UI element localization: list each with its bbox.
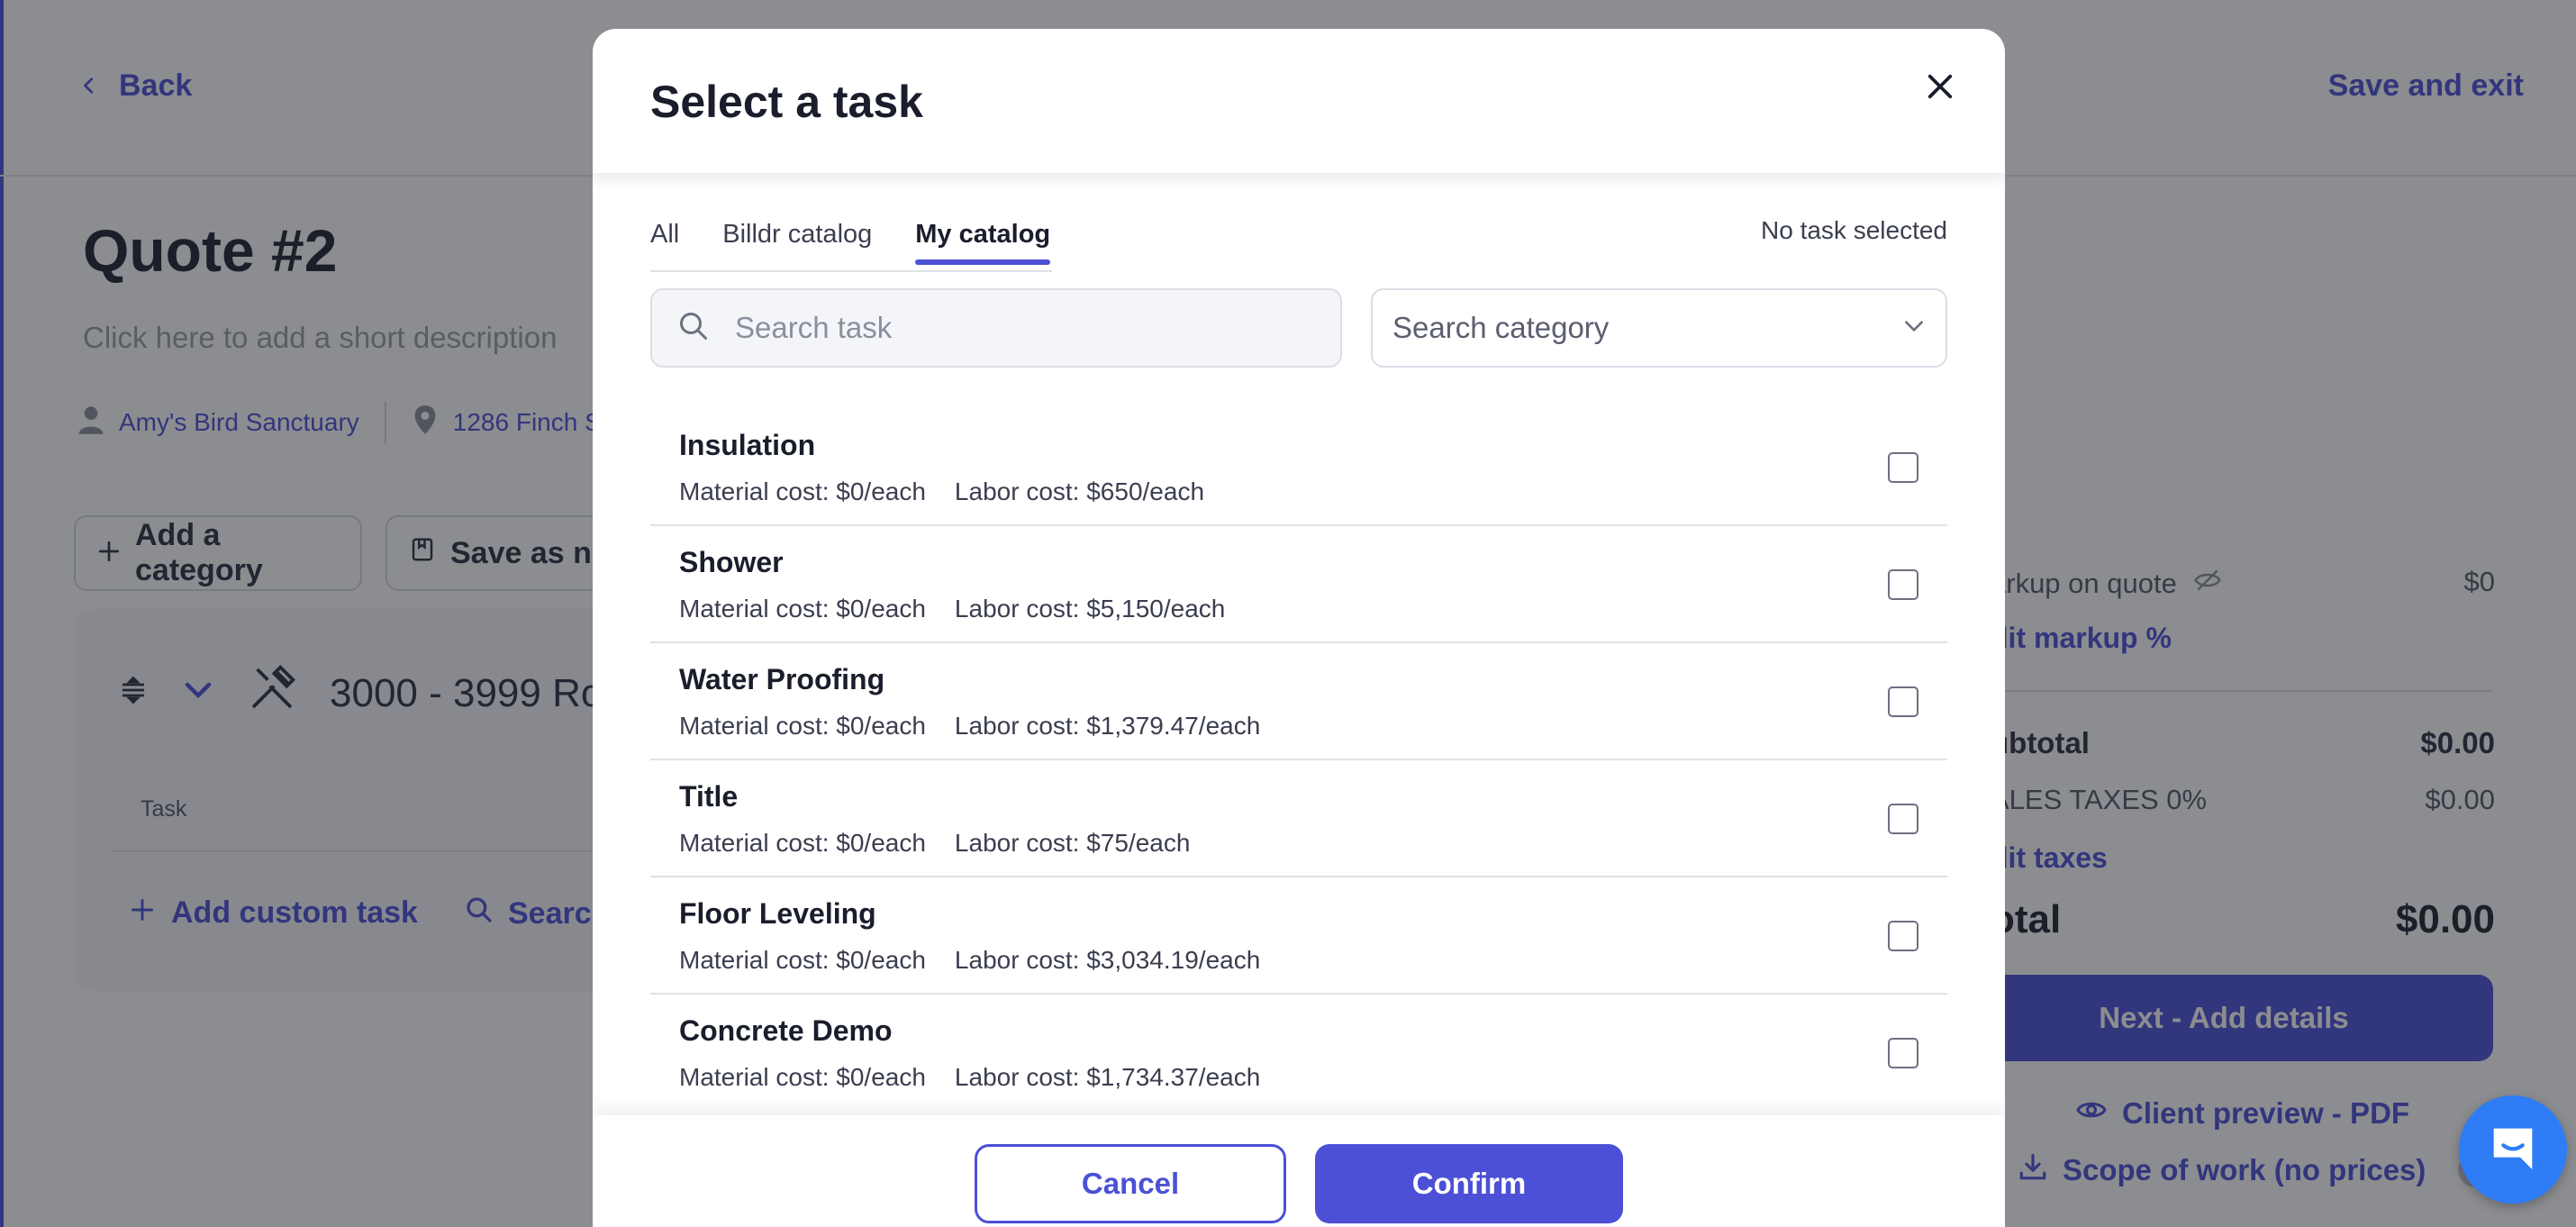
tab-billdr-catalog[interactable]: Billdr catalog [722,196,872,272]
tabs-underline [650,270,1052,272]
material-cost: Material cost: $0/each [679,595,926,623]
confirm-button[interactable]: Confirm [1315,1144,1623,1223]
search-task-input[interactable] [735,311,1293,345]
chevron-down-icon [1902,311,1926,345]
tab-my-catalog[interactable]: My catalog [915,196,1050,272]
task-name: Floor Leveling [679,897,876,930]
task-costs: Material cost: $0/each Labor cost: $5,15… [679,595,1225,623]
task-name: Concrete Demo [679,1014,893,1047]
material-cost: Material cost: $0/each [679,829,926,857]
modal-header: Select a task [593,29,2005,173]
chat-icon [2484,1119,2542,1181]
modal-title: Select a task [650,77,923,127]
task-checkbox[interactable] [1888,921,1918,951]
labor-cost: Labor cost: $5,150/each [954,595,1226,623]
search-task-field[interactable] [650,288,1342,368]
task-row-concrete-demo[interactable]: Concrete Demo Material cost: $0/each Lab… [650,995,1947,1112]
task-row-title[interactable]: Title Material cost: $0/each Labor cost:… [650,760,1947,877]
task-costs: Material cost: $0/each Labor cost: $650/… [679,477,1204,506]
task-costs: Material cost: $0/each Labor cost: $3,03… [679,946,1260,975]
material-cost: Material cost: $0/each [679,477,926,505]
task-name: Title [679,780,739,813]
task-checkbox[interactable] [1888,686,1918,717]
material-cost: Material cost: $0/each [679,946,926,974]
task-costs: Material cost: $0/each Labor cost: $75/e… [679,829,1190,858]
task-name: Shower [679,546,784,578]
task-checkbox[interactable] [1888,569,1918,600]
task-name: Insulation [679,429,816,461]
material-cost: Material cost: $0/each [679,712,926,740]
task-row-floor-leveling[interactable]: Floor Leveling Material cost: $0/each La… [650,877,1947,995]
search-category-select[interactable]: Search category [1371,288,1947,368]
close-icon [1927,73,1954,105]
labor-cost: Labor cost: $3,034.19/each [954,946,1261,974]
task-costs: Material cost: $0/each Labor cost: $1,37… [679,712,1260,741]
task-row-insulation[interactable]: Insulation Material cost: $0/each Labor … [650,409,1947,526]
labor-cost: Labor cost: $75/each [954,829,1191,857]
labor-cost: Labor cost: $650/each [954,477,1205,505]
material-cost: Material cost: $0/each [679,1063,926,1091]
category-placeholder: Search category [1392,311,1610,344]
labor-cost: Labor cost: $1,734.37/each [954,1063,1261,1091]
tab-all[interactable]: All [650,196,679,272]
chat-launcher-button[interactable] [2459,1095,2567,1204]
search-icon [677,310,710,347]
labor-cost: Labor cost: $1,379.47/each [954,712,1261,740]
task-row-shower[interactable]: Shower Material cost: $0/each Labor cost… [650,526,1947,643]
modal-footer: Cancel Confirm [593,1115,2005,1227]
select-task-modal: Select a task All Billdr catalog My cata… [593,29,2005,1227]
task-checkbox[interactable] [1888,1038,1918,1068]
task-name: Water Proofing [679,663,885,695]
task-costs: Material cost: $0/each Labor cost: $1,73… [679,1063,1260,1092]
close-button[interactable] [1917,65,1964,112]
task-checkbox[interactable] [1888,804,1918,834]
task-list: Insulation Material cost: $0/each Labor … [650,409,1947,1112]
selection-status: No task selected [1761,216,1947,244]
catalog-tabs: All Billdr catalog My catalog [650,196,1093,274]
cancel-button[interactable]: Cancel [975,1144,1286,1223]
task-row-water-proofing[interactable]: Water Proofing Material cost: $0/each La… [650,643,1947,760]
task-checkbox[interactable] [1888,452,1918,483]
